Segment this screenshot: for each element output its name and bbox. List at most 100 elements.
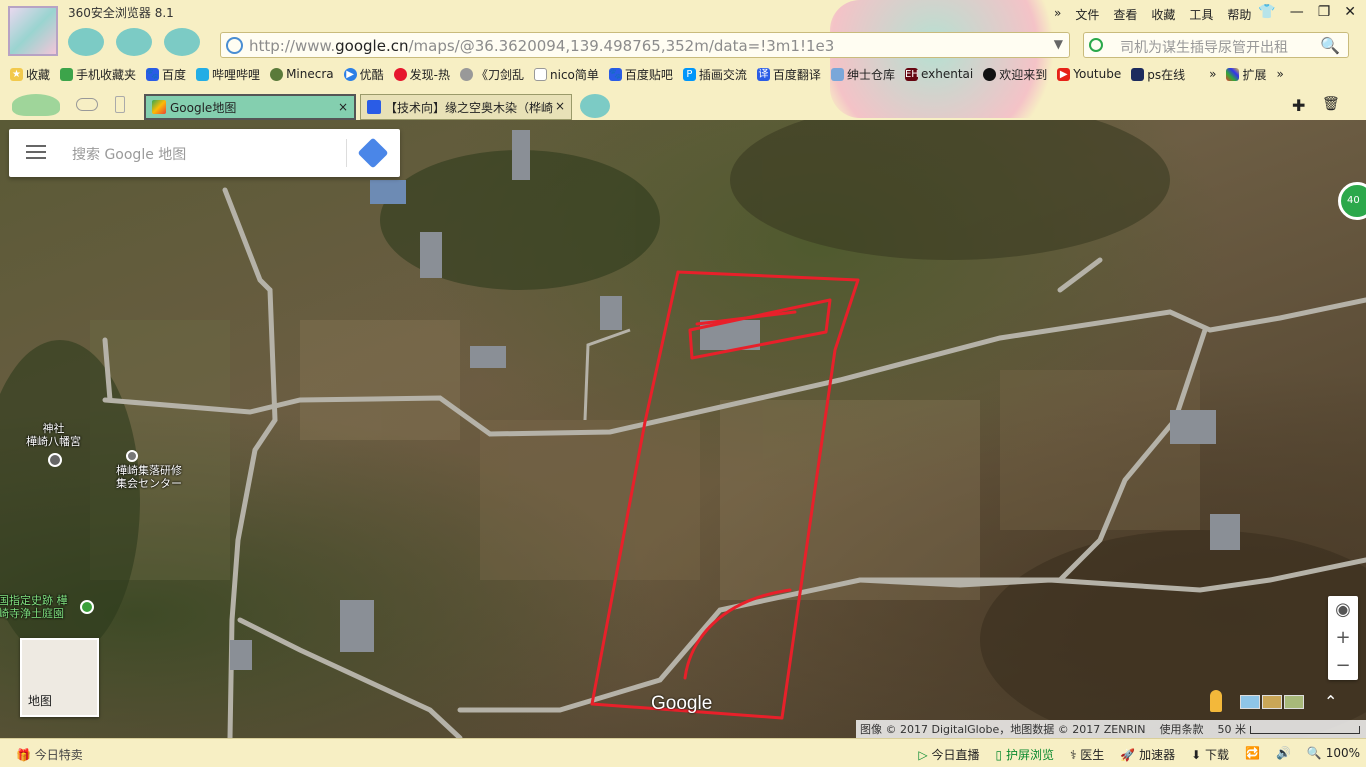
mascot-icon — [68, 28, 104, 56]
download-button[interactable]: ⬇ 下载 — [1191, 746, 1229, 763]
daily-deals-link[interactable]: 🎁 今日特卖 — [16, 746, 83, 763]
bookmark-item[interactable]: 哔哩哔哩 — [196, 66, 260, 83]
expand-icon[interactable]: ⌃ — [1324, 692, 1337, 711]
play-icon: ▷ — [918, 748, 928, 762]
map-layer-toggle[interactable]: 地图 — [20, 638, 99, 717]
menu-item-favorites[interactable]: 收藏 — [1151, 6, 1175, 23]
tab-google-maps[interactable]: Google地图 × — [144, 94, 356, 120]
historic-site-label[interactable]: 国指定史跡 樺 崎寺浄土庭園 — [0, 594, 68, 620]
shrine-pin-icon[interactable] — [48, 453, 62, 467]
map-overlay — [0, 120, 1366, 738]
translate-icon: 译 — [756, 67, 770, 81]
shrine-label[interactable]: 神社 樺崎八幡宮 — [26, 422, 81, 448]
new-tab-mascot-icon[interactable] — [580, 94, 610, 118]
field-patches — [90, 320, 1200, 600]
map-search-input[interactable]: 搜索 Google 地图 — [72, 144, 186, 164]
download-icon: ⬇ — [1191, 748, 1202, 762]
trash-icon[interactable]: 🗑 — [1322, 96, 1340, 112]
bookmark-item[interactable]: EH exhentai — [904, 67, 973, 81]
bookmark-item[interactable]: Minecra — [270, 67, 334, 81]
zoom-level[interactable]: 🔍 100% — [1307, 746, 1360, 763]
bookmark-item[interactable]: ▶ 优酷 — [343, 66, 384, 83]
status-bar: 🎁 今日特卖 ▷ 今日直播 ▯ 护屏浏览 ⚕ 医生 🚀 加速器 ⬇ 下载 🔁 🔊… — [0, 738, 1366, 767]
map-layer-label: 地图 — [28, 694, 53, 708]
minimize-icon[interactable]: — — [1290, 4, 1304, 20]
imagery-thumbnail[interactable] — [1284, 695, 1304, 709]
park-pin-icon[interactable] — [80, 600, 94, 614]
youtube-icon: ▶ — [1057, 67, 1071, 81]
search-engine-icon[interactable] — [1089, 38, 1103, 52]
live-link[interactable]: ▷ 今日直播 — [918, 746, 979, 763]
close-icon[interactable]: ✕ — [1344, 4, 1356, 20]
swirl-icon — [459, 67, 473, 81]
maximize-icon[interactable]: ❐ — [1318, 4, 1331, 20]
menu-hamburger-icon[interactable] — [26, 145, 46, 161]
imagery-thumbnail[interactable] — [1240, 695, 1260, 709]
skin-icon[interactable]: 👕 — [1258, 4, 1275, 20]
rocket-icon: 🚀 — [1120, 748, 1136, 762]
bookmark-item[interactable]: 发现-热 — [393, 66, 450, 83]
mascot-icon — [116, 28, 152, 56]
menu-bar: » 文件 查看 收藏 工具 帮助 — [1054, 6, 1251, 23]
zoom-controls: ◉ + − — [1328, 596, 1358, 680]
zoom-in-button[interactable]: + — [1328, 624, 1358, 652]
close-tab-icon[interactable]: × — [338, 100, 348, 114]
search-input[interactable]: 司机为谋生插导尿管开出租 — [1120, 37, 1288, 57]
bookmark-item[interactable]: 🐾 百度 — [146, 66, 186, 83]
pegman-icon[interactable] — [1210, 690, 1222, 712]
attribution-bar: 图像 © 2017 DigitalGlobe，地图数据 © 2017 ZENRI… — [856, 720, 1366, 738]
side-road — [583, 328, 631, 421]
status-tools: ▷ 今日直播 ▯ 护屏浏览 ⚕ 医生 🚀 加速器 ⬇ 下载 🔁 🔊 🔍 100% — [918, 746, 1360, 763]
my-location-icon[interactable]: ◉ — [1328, 596, 1358, 624]
bookmark-item[interactable]: nico简单 — [534, 66, 599, 83]
bookmark-item[interactable]: 手机收藏夹 — [60, 66, 136, 83]
menu-item-file[interactable]: 文件 — [1075, 6, 1099, 23]
bookmark-item[interactable]: 🐾 百度贴吧 — [608, 66, 673, 83]
bookmark-item[interactable]: ps在线 — [1131, 66, 1185, 83]
bookmark-item[interactable]: ★ 收藏 — [10, 66, 50, 83]
bookmark-item[interactable]: ▶ Youtube — [1057, 67, 1121, 81]
close-tab-icon[interactable]: × — [555, 99, 565, 113]
menu-item-help[interactable]: 帮助 — [1227, 6, 1251, 23]
app-title: 360安全浏览器 8.1 — [68, 6, 174, 20]
community-center-label[interactable]: 樺崎集落研修 集会センター — [116, 464, 182, 490]
zoom-out-button[interactable]: − — [1328, 652, 1358, 680]
bookmark-item[interactable]: 译百度翻译 — [756, 66, 821, 83]
facility-pin-icon[interactable] — [126, 450, 138, 462]
tab-bilibili-video[interactable]: 【技术向】缘之空奥木染（桦崎 × — [360, 94, 572, 120]
sound-icon[interactable]: 🔊 — [1276, 746, 1291, 763]
url-dropdown-icon[interactable]: ▼ — [1054, 37, 1063, 51]
bookmark-item[interactable]: 《刀剑乱 — [459, 66, 524, 83]
menu-expand-icon[interactable]: » — [1054, 6, 1061, 23]
search-icon[interactable]: 🔍 — [1320, 36, 1340, 55]
bookmark-item[interactable]: P 插画交流 — [682, 66, 747, 83]
attribution-text: 图像 © 2017 DigitalGlobe，地图数据 © 2017 ZENRI… — [860, 723, 1146, 736]
imagery-thumbnail[interactable] — [1262, 695, 1282, 709]
title-bar: 360安全浏览器 8.1 http://www.google.cn/maps/@… — [0, 0, 1366, 120]
doctor-button[interactable]: ⚕ 医生 — [1070, 746, 1104, 763]
menu-item-tools[interactable]: 工具 — [1189, 6, 1213, 23]
address-bar[interactable]: http://www.google.cn/maps/@36.3620094,13… — [220, 32, 1070, 58]
imagery-thumbnails[interactable] — [1240, 695, 1304, 709]
baidu-icon: 🐾 — [146, 67, 160, 81]
compat-icon[interactable]: 🔁 — [1245, 746, 1260, 763]
bilibili-icon — [196, 67, 210, 81]
bookmarks-more-icon[interactable]: » — [1209, 67, 1216, 81]
new-tab-icon[interactable]: ✚ — [1292, 96, 1305, 115]
scale-bar — [1249, 726, 1360, 734]
search-box[interactable]: 司机为谋生插导尿管开出租 🔍 — [1083, 32, 1349, 58]
pixiv-icon: P — [682, 67, 696, 81]
bookmarks-bar: ★ 收藏 手机收藏夹 🐾 百度 哔哩哔哩 Minecra ▶ 优酷 发现-热 《刀剑乱… — [0, 62, 1366, 86]
bookmark-item[interactable]: 扩展 — [1226, 66, 1266, 83]
bookmark-item[interactable]: 欢迎来到 — [983, 66, 1047, 83]
url-text[interactable]: http://www.google.cn/maps/@36.3620094,13… — [249, 37, 1029, 55]
cloud-icon — [76, 98, 98, 111]
menu-item-view[interactable]: 查看 — [1113, 6, 1137, 23]
extension-more-icon[interactable]: » — [1276, 67, 1283, 81]
satellite-map[interactable]: 搜索 Google 地图 神社 樺崎八幡宮 樺崎集落研修 集会センター 国指定史… — [0, 120, 1366, 738]
bookmark-item[interactable]: 绅士仓库 — [830, 66, 895, 83]
accelerator-button[interactable]: 🚀 加速器 — [1120, 746, 1175, 763]
directions-icon[interactable] — [357, 137, 389, 169]
eye-protect-toggle[interactable]: ▯ 护屏浏览 — [996, 746, 1054, 763]
terms-link[interactable]: 使用条款 — [1160, 721, 1204, 737]
